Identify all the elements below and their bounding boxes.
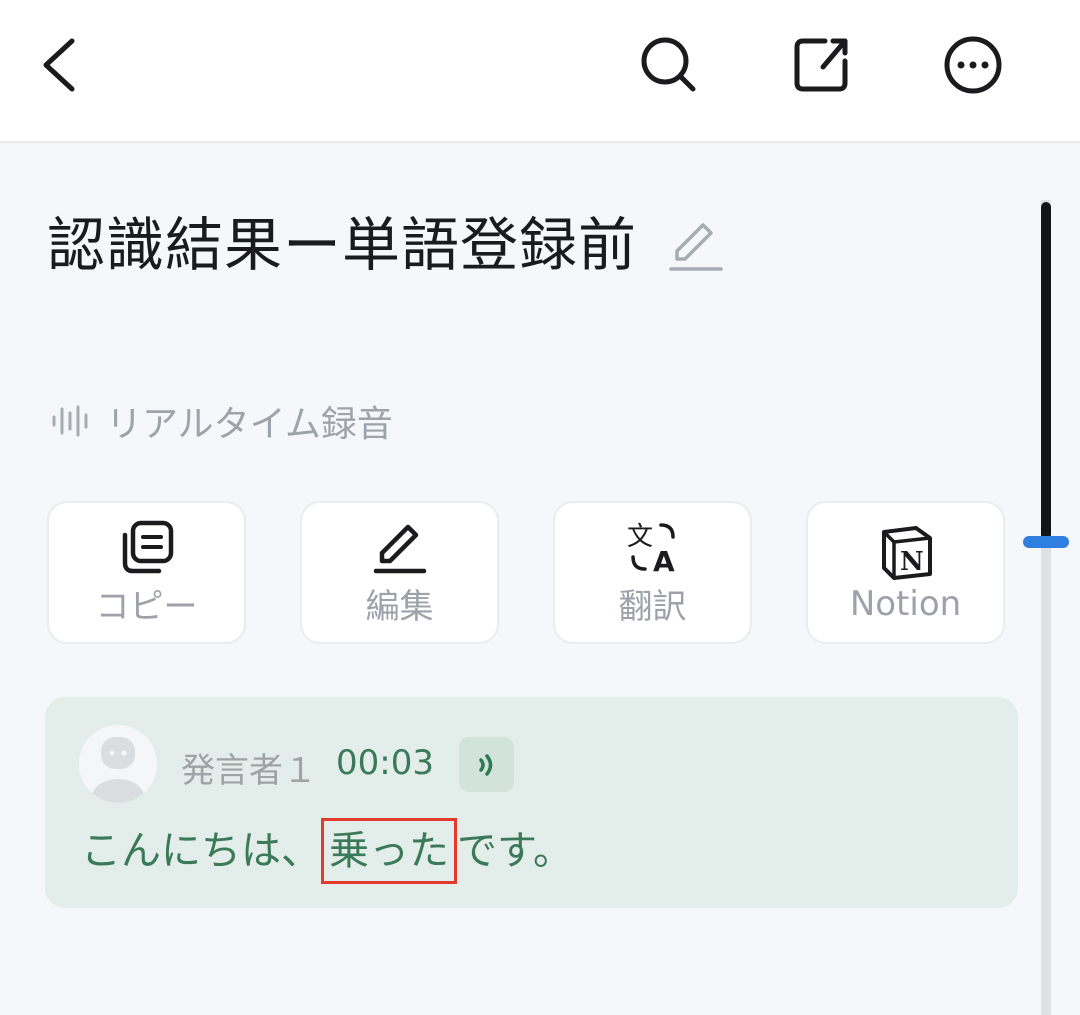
- share-icon: [794, 38, 848, 92]
- copy-label: コピー: [95, 587, 198, 627]
- translate-button[interactable]: 文 A 翻訳: [553, 501, 752, 644]
- scrollbar-thumb[interactable]: [1041, 202, 1051, 540]
- notion-button[interactable]: N Notion: [806, 501, 1005, 644]
- recording-source: リアルタイム録音: [50, 395, 393, 447]
- source-label: リアルタイム録音: [106, 404, 393, 445]
- audio-wave-icon: [478, 753, 492, 776]
- top-bar: [0, 0, 1080, 143]
- title-row: 認識結果ー単語登録前: [47, 205, 723, 285]
- edit-button[interactable]: 編集: [300, 501, 499, 644]
- timestamp: 00:03: [336, 743, 434, 783]
- search-button[interactable]: [629, 25, 709, 105]
- svg-text:N: N: [900, 547, 924, 577]
- user-avatar-icon: [92, 737, 144, 803]
- scrollbar-handle[interactable]: [1023, 536, 1069, 548]
- play-audio-button[interactable]: [459, 737, 514, 792]
- copy-icon: [122, 520, 173, 574]
- action-bar: コピー 編集 文 A 翻訳 N Notion: [47, 501, 1005, 644]
- translate-label: 翻訳: [618, 587, 687, 627]
- speaker-label: 発言者１: [181, 751, 317, 791]
- notion-label: Notion: [849, 583, 962, 624]
- pencil-icon: [373, 524, 426, 574]
- translate-icon: 文 A: [627, 522, 675, 577]
- back-button[interactable]: [22, 25, 102, 105]
- notion-icon: N: [881, 525, 932, 580]
- transcript-text[interactable]: こんにちは、 乗った です。: [81, 818, 573, 884]
- page-title: 認識結果ー単語登録前: [47, 211, 638, 279]
- pencil-icon[interactable]: [667, 217, 723, 273]
- search-icon: [641, 37, 696, 92]
- share-button[interactable]: [781, 25, 861, 105]
- more-button[interactable]: [933, 25, 1013, 105]
- edit-label: 編集: [365, 587, 434, 627]
- highlighted-word[interactable]: 乗った: [321, 818, 457, 884]
- copy-button[interactable]: コピー: [47, 501, 246, 644]
- avatar: [79, 725, 157, 803]
- transcript-text-after: です。: [457, 828, 573, 874]
- transcript-text-before: こんにちは、: [81, 828, 321, 874]
- svg-text:A: A: [653, 545, 675, 577]
- waveform-icon: [52, 405, 88, 437]
- more-icon: [944, 36, 1002, 94]
- transcript-segment[interactable]: 発言者１ 00:03 こんにちは、 乗った です。: [45, 697, 1018, 908]
- chevron-left-icon: [43, 38, 75, 92]
- svg-text:文: 文: [627, 522, 653, 552]
